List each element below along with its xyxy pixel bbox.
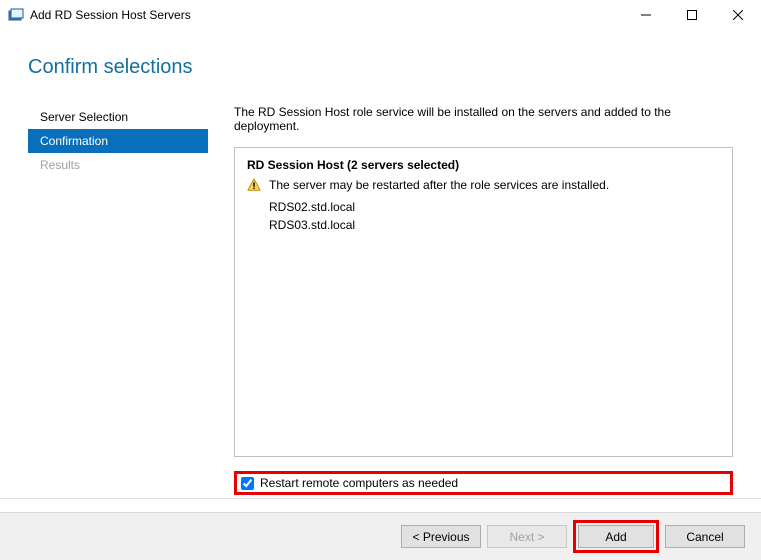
restart-checkbox-label: Restart remote computers as needed [260,476,458,490]
warning-text: The server may be restarted after the ro… [269,178,609,192]
separator [0,498,761,499]
warning-icon [247,178,261,192]
previous-button[interactable]: < Previous [401,525,481,548]
app-icon [8,7,24,23]
nav-server-selection[interactable]: Server Selection [28,105,208,129]
intro-text: The RD Session Host role service will be… [234,105,733,133]
list-item: RDS03.std.local [269,216,720,234]
cancel-button[interactable]: Cancel [665,525,745,548]
close-button[interactable] [715,0,761,30]
restart-checkbox[interactable] [241,477,254,490]
selection-box: RD Session Host (2 servers selected) The… [234,147,733,457]
list-item: RDS02.std.local [269,198,720,216]
window-title: Add RD Session Host Servers [30,8,623,22]
box-title: RD Session Host (2 servers selected) [247,158,720,172]
warning-row: The server may be restarted after the ro… [247,178,720,192]
add-button-highlight: Add [573,520,659,553]
nav-results: Results [28,153,208,177]
content: Confirm selections Server Selection Conf… [0,30,761,495]
main-panel: The RD Session Host role service will be… [208,105,733,495]
next-button: Next > [487,525,567,548]
page-title: Confirm selections [28,56,733,79]
footer: < Previous Next > Add Cancel [0,512,761,560]
restart-checkbox-row: Restart remote computers as needed [234,471,733,495]
wizard-nav: Server Selection Confirmation Results [28,105,208,495]
window-controls [623,0,761,30]
minimize-button[interactable] [623,0,669,30]
nav-confirmation[interactable]: Confirmation [28,129,208,153]
server-list: RDS02.std.local RDS03.std.local [269,198,720,234]
titlebar: Add RD Session Host Servers [0,0,761,30]
maximize-button[interactable] [669,0,715,30]
add-button[interactable]: Add [578,525,654,548]
